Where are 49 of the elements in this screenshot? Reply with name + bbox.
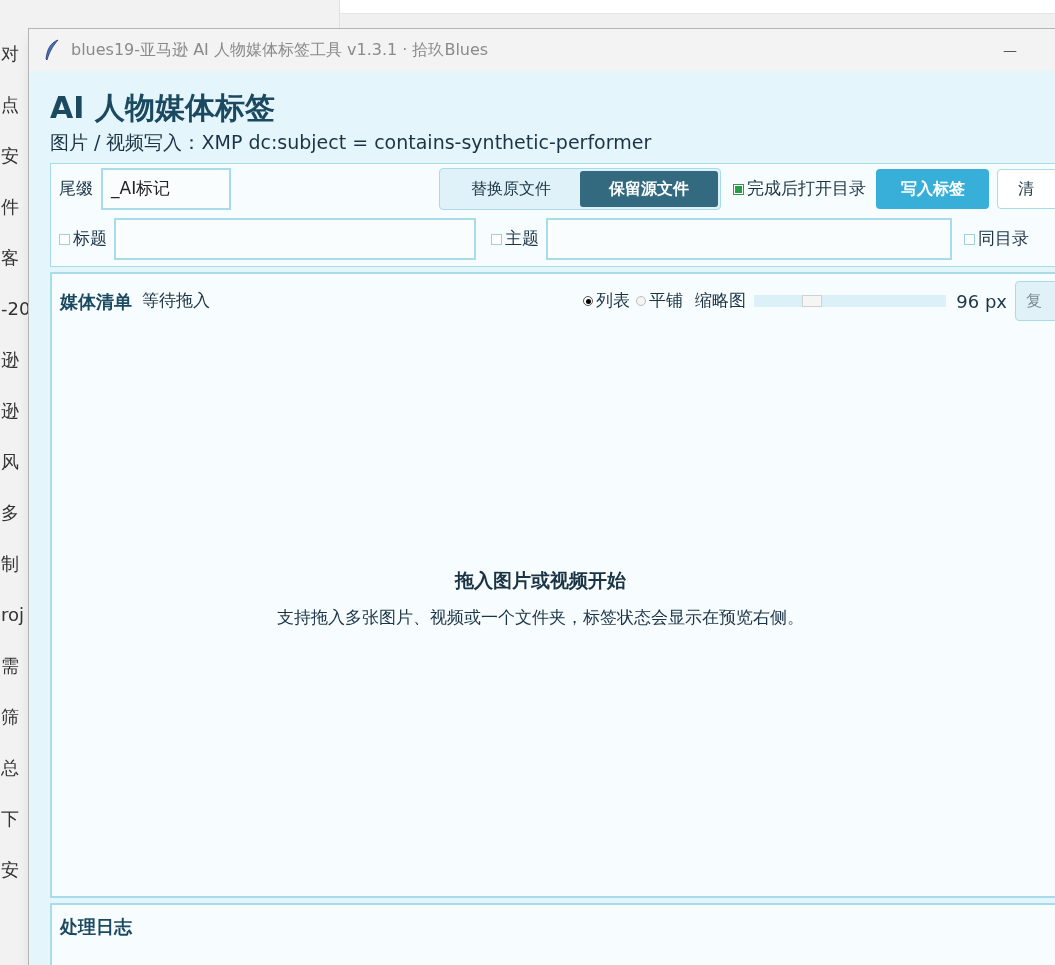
empty-hint: 支持拖入多张图片、视频或一个文件夹，标签状态会显示在预览右侧。 [276,605,804,629]
checkbox[interactable] [964,233,975,245]
text-field[interactable] [114,218,476,260]
mode-option[interactable]: 保留源文件 [580,171,718,207]
background-item: 逊 [0,399,19,423]
background-item: 对 [0,42,19,66]
background-item: 需 [0,654,19,678]
suffix-label: 尾缀 [59,177,93,201]
mode-option[interactable]: 替换原文件 [442,171,580,207]
same-folder-label: 同目录 [978,227,1029,251]
background-item: 客 [0,246,19,270]
background-item: 安 [0,858,19,882]
window-title: blues19-亚马逊 AI 人物媒体标签工具 v1.3.1 · 拾玖Blues [71,39,489,61]
thumbnail-label: 缩略图 [695,289,747,313]
background-item: 制 [0,552,19,576]
checkbox[interactable] [59,233,70,245]
feather-icon [43,39,61,61]
background-item: 安 [0,144,19,168]
media-status: 等待拖入 [142,289,210,313]
radio-button[interactable] [636,296,647,306]
open-folder-label: 完成后打开目录 [747,177,866,201]
media-title: 媒体清单 [60,289,132,314]
slider-thumb[interactable] [801,295,822,307]
background-item: 总 [0,756,19,780]
app-title: AI 人物媒体标签 [50,89,276,127]
view-label: 平铺 [649,289,684,313]
radio-button[interactable] [583,296,594,306]
background-item: 逊 [0,348,19,372]
view-label: 列表 [596,289,631,313]
background-item: 风 [0,450,19,474]
thumbnail-size: 96 px [956,289,1007,314]
background-item: roj [0,603,25,627]
background-item: 多 [0,501,19,525]
minimize-button[interactable]: — [987,39,1033,61]
suffix-field[interactable]: _AI标记 [101,168,231,210]
field-label: 标题 [73,227,107,251]
text-field[interactable] [546,218,952,260]
background-item: 筛 [0,705,19,729]
empty-title: 拖入图片或视频开始 [454,568,626,593]
checkbox[interactable] [491,233,502,245]
background-item: 件 [0,195,19,219]
log-title: 处理日志 [60,916,132,937]
background-item: 下 [0,807,19,831]
thumbnail-slider[interactable] [754,295,947,307]
field-label: 主题 [505,227,539,251]
app-subtitle: 图片 / 视频写入：XMP dc:subject = contains-synthetic-performer [50,130,653,155]
checkbox[interactable] [733,183,744,195]
clear-button[interactable]: 清 [997,169,1055,209]
background-item: 点 [0,93,19,117]
